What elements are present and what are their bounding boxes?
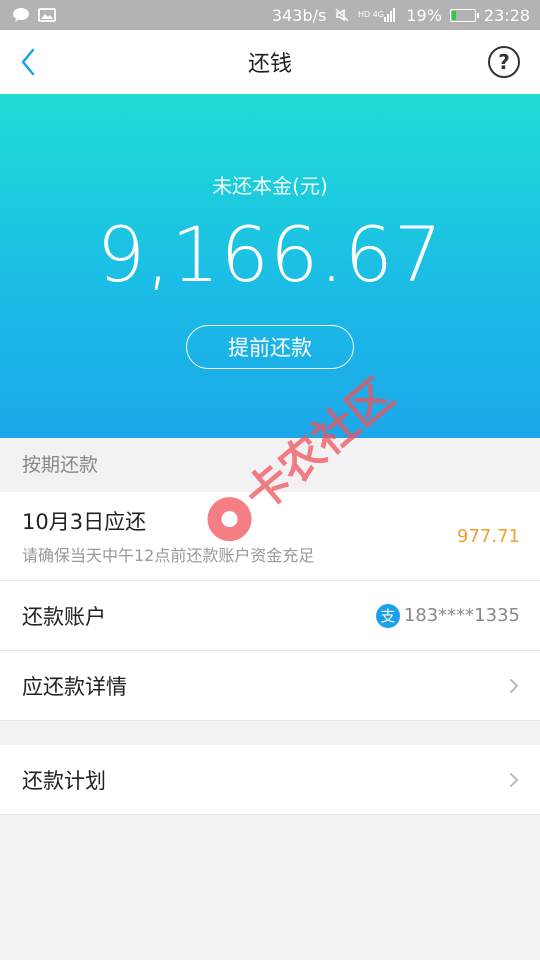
battery-icon [449,8,479,22]
repayment-details-row[interactable]: 应还款详情 [0,651,540,721]
schedule-list: 10月3日应还 请确保当天中午12点前还款账户资金充足 977.71 还款账户 … [0,492,540,721]
account-label: 还款账户 [22,604,106,629]
svg-text:HD 4G: HD 4G [358,10,384,19]
due-row[interactable]: 10月3日应还 请确保当天中午12点前还款账户资金充足 977.71 [0,492,540,581]
account-value-wrap: 支 183****1335 [375,603,520,628]
hero-panel: 未还本金(元) 9,166.67 提前还款 [0,94,540,438]
battery-fill [451,10,457,20]
schedule-section-header: 按期还款 [0,438,540,492]
due-subtitle: 请确保当天中午12点前还款账户资金充足 [22,546,315,565]
network-speed: 343b/s [271,5,327,25]
principal-label: 未还本金(元) [212,174,328,198]
status-bar: 343b/s HD 4G 19% 23:28 [0,0,540,30]
help-button[interactable]: ? [488,46,520,78]
repayment-account-row[interactable]: 还款账户 支 183****1335 [0,581,540,651]
battery-percent: 19% [406,5,442,25]
plan-label: 还款计划 [22,768,106,793]
plan-list: 还款计划 [0,745,540,815]
due-title: 10月3日应还 [22,510,147,534]
chat-icon [13,8,29,22]
signal-icon: HD 4G [358,8,396,22]
repayment-plan-row[interactable]: 还款计划 [0,745,540,815]
nav-bar: 还钱 ? [0,30,540,94]
back-button[interactable] [20,42,48,82]
clock: 23:28 [483,5,530,25]
prepay-button[interactable]: 提前还款 [186,325,354,369]
account-number: 183****1335 [403,605,520,626]
principal-amount: 9,166.67 [96,210,444,299]
chevron-right-icon [510,772,519,787]
chevron-right-icon [510,678,519,693]
page-title: 还钱 [247,52,292,77]
chevron-left-icon [21,48,35,76]
image-icon [38,8,56,22]
help-icon: ? [498,50,510,74]
details-label: 应还款详情 [22,674,127,699]
due-amount: 977.71 [457,525,520,547]
alipay-icon: 支 [375,603,400,628]
section-gap [0,721,540,745]
mute-icon [335,8,349,22]
